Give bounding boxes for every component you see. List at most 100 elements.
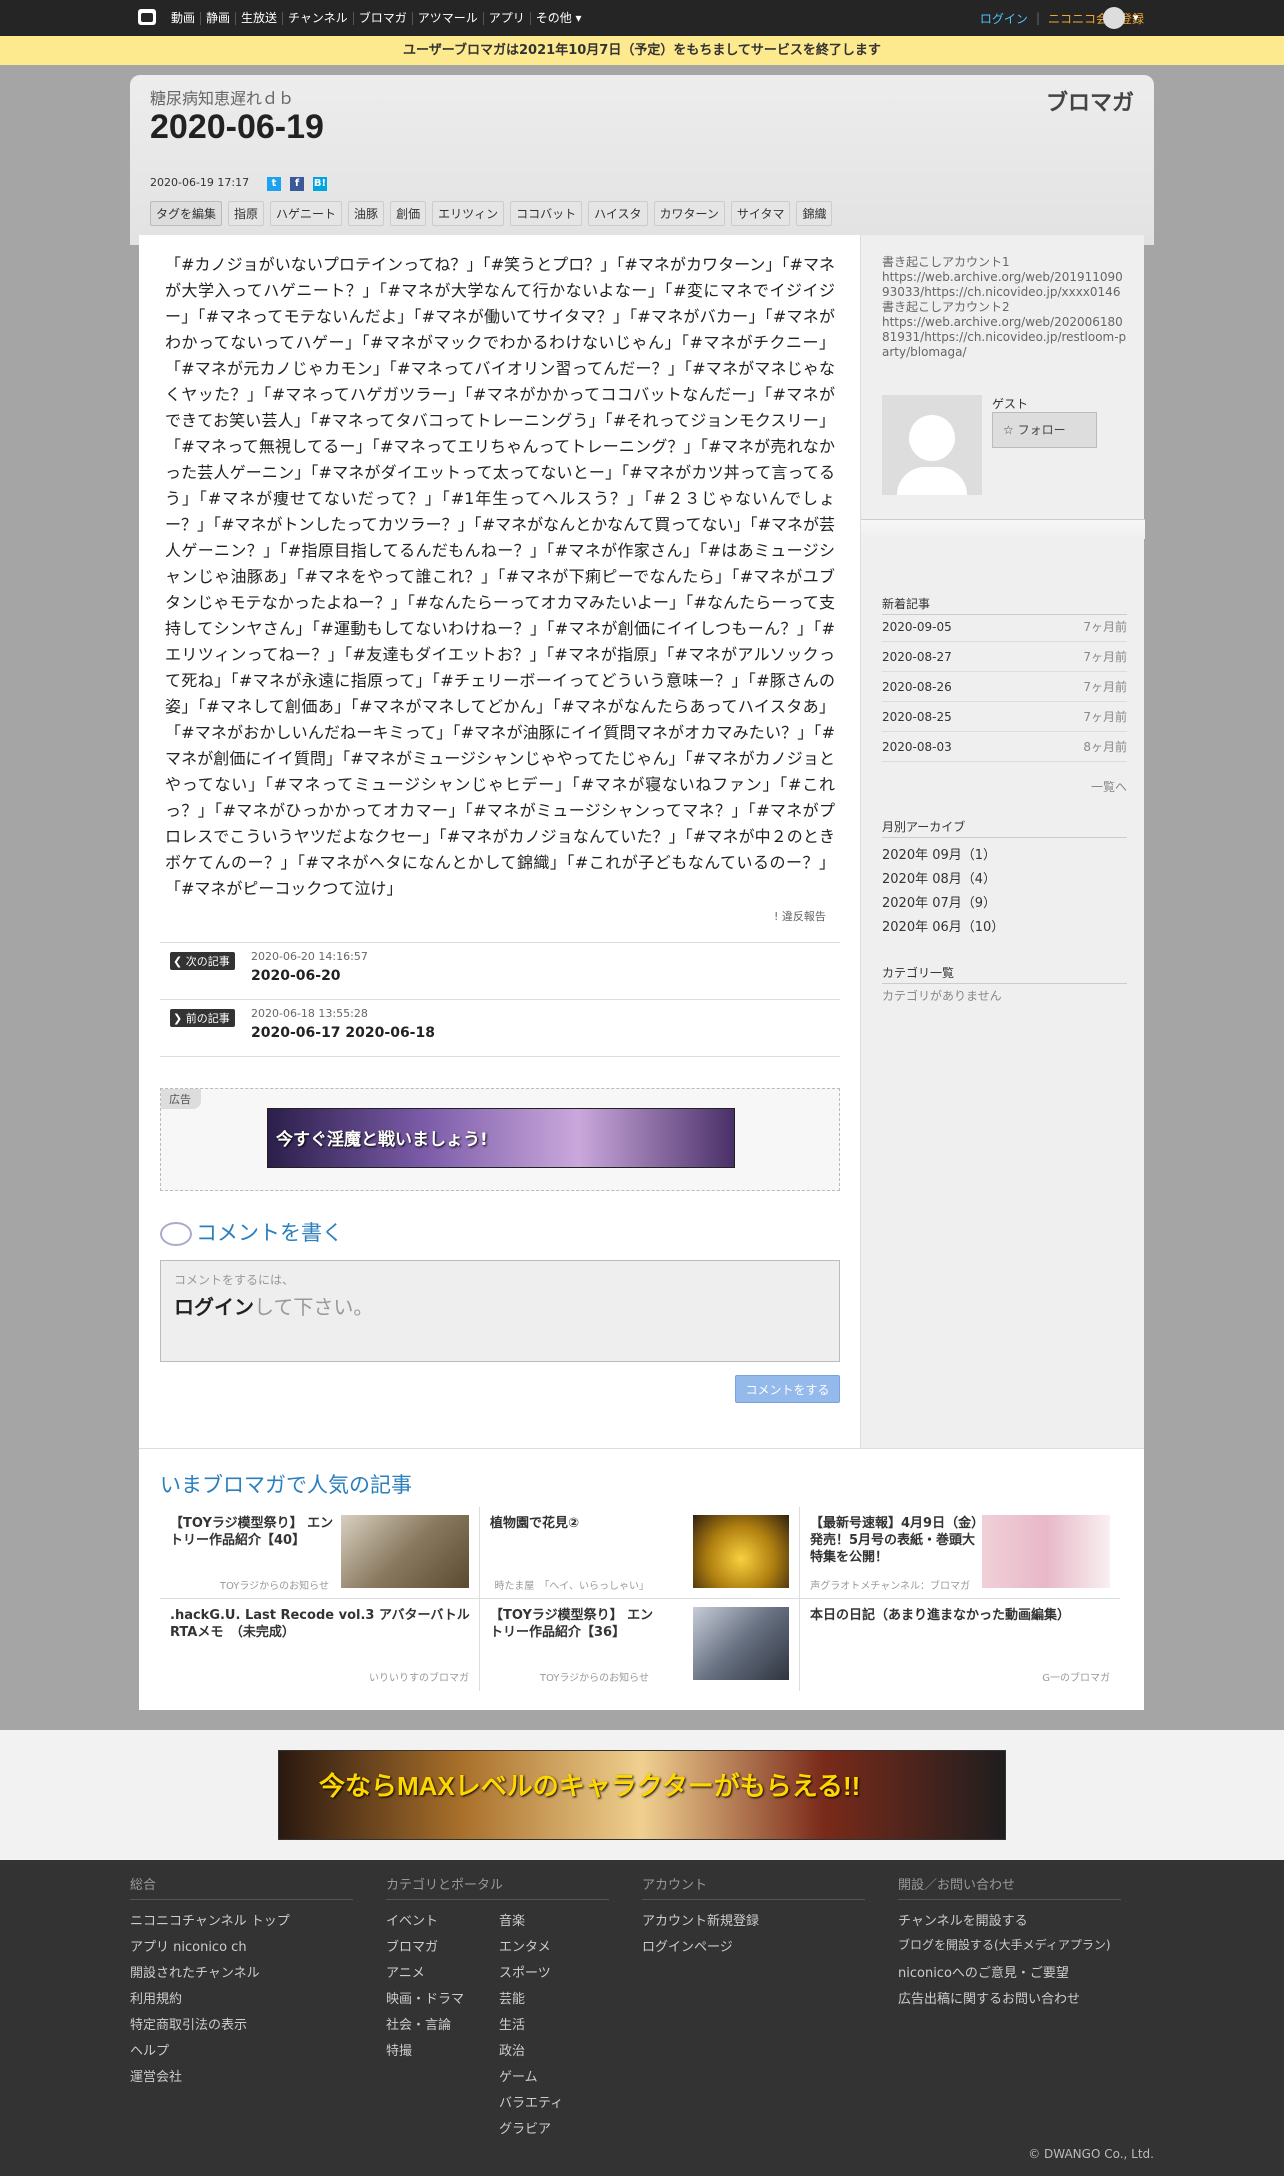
footer-link[interactable]: 映画・ドラマ [386, 1988, 464, 2007]
footer-heading: カテゴリとポータル [386, 1874, 609, 1900]
footer-link[interactable]: ゲーム [499, 2066, 538, 2085]
thumbnail[interactable] [982, 1515, 1110, 1588]
report-link[interactable]: ! 違反報告 [774, 908, 826, 924]
blog-name[interactable]: 糖尿病知恵遅れｄｂ [150, 85, 294, 109]
nav-live[interactable]: 生放送 [236, 11, 284, 25]
footer-link[interactable]: 特定商取引法の表示 [130, 2014, 247, 2033]
user-avatar-icon[interactable] [1103, 7, 1125, 29]
avatar[interactable] [882, 395, 982, 495]
service-end-notice: ユーザーブロマガは2021年10月7日（予定）をもちましてサービスを終了します [0, 36, 1284, 65]
ad-banner-bottom[interactable]: 今ならMAXレベルのキャラクターがもらえる!! [278, 1750, 1006, 1840]
tag[interactable]: 油豚 [348, 201, 385, 226]
footer-link[interactable]: チャンネルを開設する [898, 1910, 1028, 1929]
archive-item[interactable]: 2020年 07月（9） [882, 892, 996, 911]
more-link[interactable]: 一覧へ [882, 778, 1127, 795]
list-item[interactable]: 2020-09-05 7ヶ月前 [882, 612, 1127, 642]
footer-link[interactable]: ニコニコチャンネル トップ [130, 1910, 290, 1929]
footer-link[interactable]: 特撮 [386, 2040, 412, 2059]
tag[interactable]: エリツィン [432, 201, 505, 226]
footer-link[interactable]: 開設されたチャンネル [130, 1962, 260, 1981]
blog-description: 書き起こしアカウント1 https://web.archive.org/web/… [882, 255, 1127, 359]
footer-link[interactable]: ログインページ [642, 1936, 733, 1955]
footer-heading: 開設／お問い合わせ [898, 1874, 1121, 1900]
nav-app[interactable]: アプリ [484, 11, 531, 25]
prev-article[interactable]: ❯ 前の記事 2020-06-18 13:55:28 2020-06-17 20… [160, 999, 840, 1057]
tag[interactable]: 指原 [228, 201, 265, 226]
footer-link[interactable]: イベント [386, 1910, 438, 1929]
list-item[interactable]: 2020-08-26 7ヶ月前 [882, 672, 1127, 702]
edit-tags-button[interactable]: タグを編集 [150, 201, 223, 226]
footer-link[interactable]: アプリ niconico ch [130, 1936, 247, 1955]
footer-heading: アカウント [642, 1874, 865, 1900]
footer-link[interactable]: niconicoへのご意見・ご要望 [898, 1962, 1069, 1981]
comment-input[interactable]: コメントをするには、 ログインして下さい。 [160, 1260, 840, 1362]
footer-link[interactable]: ブログを開設する(大手メディアプラン) [898, 1936, 1111, 1953]
follow-button[interactable]: ☆ フォロー [992, 412, 1097, 448]
tag[interactable]: カワターン [653, 201, 725, 226]
niconico-tv-icon[interactable] [138, 9, 156, 25]
ad-banner[interactable]: 今すぐ淫魔と戦いましょう! [267, 1108, 735, 1168]
footer-link[interactable]: 社会・言論 [386, 2014, 451, 2033]
footer-link[interactable]: アニメ [386, 1962, 425, 1981]
footer-link[interactable]: 政治 [499, 2040, 525, 2059]
popular-item[interactable]: 本日の日記（あまり進まなかった動画編集） G一のブロマガ [800, 1599, 1120, 1691]
comment-login-link[interactable]: ログイン [174, 1295, 254, 1319]
next-article[interactable]: ❮ 次の記事 2020-06-20 14:16:57 2020-06-20 [160, 942, 840, 1000]
blomaga-logo[interactable]: ブロマガ [1046, 85, 1134, 117]
list-item[interactable]: 2020-08-27 7ヶ月前 [882, 642, 1127, 672]
footer-link[interactable]: 広告出稿に関するお問い合わせ [898, 1988, 1080, 2007]
nav-seiga[interactable]: 静画 [201, 11, 237, 25]
hatena-bookmark-icon[interactable]: B! [313, 177, 327, 191]
footer-link[interactable]: 利用規約 [130, 1988, 182, 2007]
footer-heading: 総合 [130, 1874, 353, 1900]
footer-link[interactable]: 運営会社 [130, 2066, 182, 2085]
archive-item[interactable]: 2020年 09月（1） [882, 844, 996, 863]
tag[interactable]: サイタマ [730, 201, 791, 226]
tag[interactable]: 創価 [390, 201, 427, 226]
footer-link[interactable]: エンタメ [499, 1936, 551, 1955]
nav-other[interactable]: その他 ▾ [531, 11, 587, 25]
thumbnail[interactable] [341, 1515, 469, 1588]
sidebar: 書き起こしアカウント1 https://web.archive.org/web/… [860, 235, 1145, 1448]
star-icon: ☆ [1003, 423, 1014, 437]
thumbnail[interactable] [693, 1607, 789, 1680]
nav-video[interactable]: 動画 [166, 11, 202, 25]
footer-link[interactable]: ヘルプ [130, 2040, 169, 2059]
list-item[interactable]: 2020-08-25 7ヶ月前 [882, 702, 1127, 732]
prev-article-date: 2020-06-18 13:55:28 [251, 1007, 368, 1020]
footer-link[interactable]: 生活 [499, 2014, 525, 2033]
login-link[interactable]: ログイン [980, 10, 1028, 27]
tag[interactable]: 錦織 [796, 201, 833, 226]
prev-article-title[interactable]: 2020-06-17 2020-06-18 [251, 1025, 435, 1041]
thumbnail[interactable] [693, 1515, 789, 1588]
popular-item[interactable]: 【TOYラジ模型祭り】 エントリー作品紹介【36】 TOYラジからのお知らせ [480, 1599, 800, 1691]
tag[interactable]: ハゲニート [270, 201, 343, 226]
footer-link[interactable]: 芸能 [499, 1988, 525, 2007]
list-item[interactable]: 2020-08-03 8ヶ月前 [882, 732, 1127, 762]
nav-channel[interactable]: チャンネル [283, 11, 354, 25]
nav-atsumaru[interactable]: アツマール [413, 11, 484, 25]
next-article-title[interactable]: 2020-06-20 [251, 968, 341, 984]
submit-comment-button[interactable]: コメントをする [735, 1375, 840, 1403]
footer-link[interactable]: 音楽 [499, 1910, 525, 1929]
popular-item[interactable]: 【TOYラジ模型祭り】 エントリー作品紹介【40】 TOYラジからのお知らせ [160, 1507, 480, 1599]
facebook-icon[interactable]: f [290, 177, 304, 191]
tag[interactable]: ハイスタ [588, 201, 648, 226]
footer-link[interactable]: グラビア [499, 2118, 551, 2137]
popular-item[interactable]: 植物園で花見② 時たま屋 「へイ、いらっしゃい」 [480, 1507, 800, 1599]
twitter-icon[interactable]: t [267, 177, 281, 191]
footer-link[interactable]: スポーツ [499, 1962, 551, 1981]
footer-link[interactable]: アカウント新規登録 [642, 1910, 759, 1929]
popular-item[interactable]: 【最新号速報】4月9日（金）発売！5月号の表紙・巻頭大特集を公開！ 声グラオトメ… [800, 1507, 1120, 1599]
popular-item[interactable]: .hackG.U. Last Recode vol.3 アバターバトルRTAメモ… [160, 1599, 480, 1691]
post-date: 2020-06-19 17:17 [150, 176, 250, 189]
footer-link[interactable]: バラエティ [499, 2092, 563, 2111]
ad-box: 広告 今すぐ淫魔と戦いましょう! [160, 1088, 840, 1191]
archive-item[interactable]: 2020年 06月（10） [882, 916, 1004, 935]
footer-link[interactable]: ブロマガ [386, 1936, 438, 1955]
tag[interactable]: ココバット [510, 201, 583, 226]
register-link[interactable]: ニコニコ会員登録 [1048, 10, 1144, 27]
chevron-down-icon[interactable]: ▾ [1133, 11, 1139, 24]
nav-blomaga[interactable]: ブロマガ [354, 11, 413, 25]
archive-item[interactable]: 2020年 08月（4） [882, 868, 996, 887]
